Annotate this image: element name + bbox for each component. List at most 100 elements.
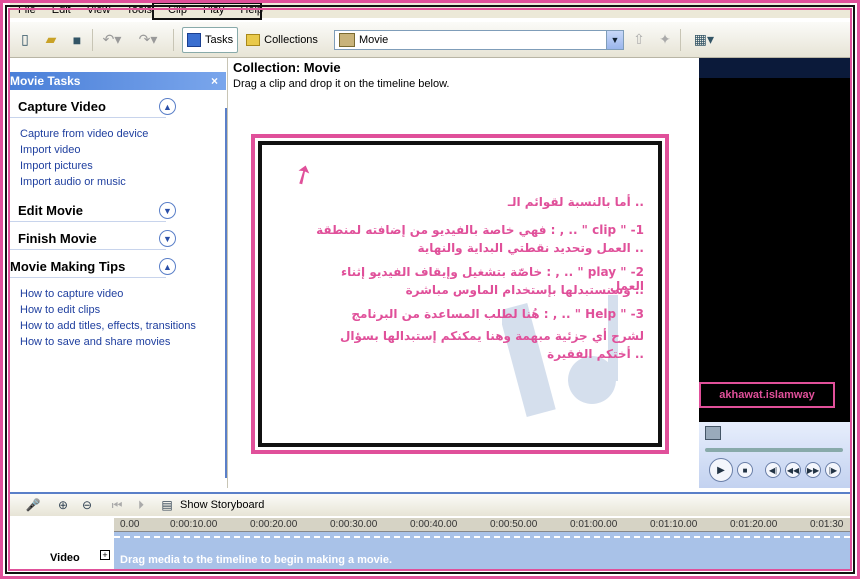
tick-label: 0:01:20.00 <box>730 519 778 530</box>
menu-view[interactable]: View <box>79 4 119 16</box>
link-capture-from-device[interactable]: Capture from video device <box>20 126 227 142</box>
timeline-toolbar: 🎤 ⊕ ⊖ ⏮ ⏵ ▤ Show Storyboard <box>10 492 850 516</box>
storyboard-icon[interactable]: ▤ <box>158 496 176 514</box>
up-level-icon[interactable]: ⇧ <box>628 29 650 51</box>
note-line: .. العمل وتحديد نقطتي البداية والنهاية <box>417 241 644 255</box>
link-how-edit[interactable]: How to edit clips <box>20 302 227 318</box>
section-title: Capture Video <box>18 99 106 114</box>
section-movie-making-tips[interactable]: Movie Making Tips ▲ <box>10 256 176 278</box>
menu-play[interactable]: Play <box>195 4 232 16</box>
toolbar: ▯ ▰ ■ ↶▾ ↷▾ Tasks Collections Movie ▼ ⇧ … <box>10 22 850 58</box>
rewind-icon[interactable]: ◀◀ <box>785 462 801 478</box>
tick-label: 0.00 <box>120 519 140 530</box>
menu-file[interactable]: File <box>10 4 44 16</box>
toolbar-separator <box>173 28 174 51</box>
close-icon[interactable]: × <box>211 74 218 88</box>
link-import-video[interactable]: Import video <box>20 142 227 158</box>
next-frame-icon[interactable]: |▶ <box>825 462 841 478</box>
stop-icon[interactable]: ■ <box>737 462 753 478</box>
tips-links: How to capture video How to edit clips H… <box>10 278 227 352</box>
play-icon[interactable]: ▶ <box>709 458 733 482</box>
video-track[interactable]: Drag media to the timeline to begin maki… <box>114 532 850 571</box>
tick-label: 0:00:10.00 <box>170 519 218 530</box>
note-line: .. أختكم الفقيرة <box>547 347 644 361</box>
link-how-titles[interactable]: How to add titles, effects, transitions <box>20 318 227 334</box>
new-project-icon[interactable]: ▯ <box>14 29 36 51</box>
timeline-ruler: 0.00 0:00:10.00 0:00:20.00 0:00:30.00 0:… <box>114 518 850 532</box>
play-timeline-icon[interactable]: ⏵ <box>132 496 150 514</box>
views-icon[interactable]: ▦▾ <box>689 29 719 51</box>
pane-divider <box>225 108 227 478</box>
chevron-up-icon[interactable]: ▲ <box>159 258 176 275</box>
collection-icon <box>338 32 355 47</box>
collections-label: Collections <box>264 33 318 46</box>
rewind-timeline-icon[interactable]: ⏮ <box>108 496 126 514</box>
note-line: لشرح أي جزئية مبهمة وهنا يمكنكم إستبداله… <box>339 329 644 343</box>
note-line: .. وسنستبدلها بإستخدام الماوس مباشرة <box>405 283 644 297</box>
video-track-label: Video <box>50 552 80 564</box>
redo-icon[interactable]: ↷▾ <box>137 29 159 51</box>
collections-button[interactable]: Collections <box>242 27 322 53</box>
tick-label: 0:00:20.00 <box>250 519 298 530</box>
section-edit-movie[interactable]: Edit Movie ▼ <box>10 200 176 222</box>
chevron-down-icon[interactable]: ▼ <box>159 230 176 247</box>
section-finish-movie[interactable]: Finish Movie ▼ <box>10 228 176 250</box>
collection-pane: Collection: Movie Drag a clip and drop i… <box>225 58 699 488</box>
movie-tasks-pane: Movie Tasks × Capture Video ▲ Capture fr… <box>10 58 228 488</box>
tick-label: 0:00:40.00 <box>410 519 458 530</box>
link-how-save[interactable]: How to save and share movies <box>20 334 227 350</box>
show-storyboard-button[interactable]: Show Storyboard <box>180 499 264 511</box>
open-folder-icon[interactable]: ▰ <box>40 29 62 51</box>
collection-select-value: Movie <box>358 33 389 46</box>
timeline-hint: Drag media to the timeline to begin maki… <box>120 554 392 566</box>
zoom-out-icon[interactable]: ⊖ <box>78 496 96 514</box>
playback-controls: ▶ ■ ◀| ◀◀ ▶▶ |▶ <box>699 422 850 488</box>
capture-video-links: Capture from video device Import video I… <box>10 118 227 192</box>
menu-tools[interactable]: Tools <box>118 4 160 16</box>
note-body: ➚ .. أما بالنسبة لقوائم الـ 1- " clip " … <box>262 145 658 443</box>
new-collection-icon[interactable]: ✦ <box>654 29 676 51</box>
collection-title: Collection: Movie <box>233 60 341 75</box>
link-how-capture[interactable]: How to capture video <box>20 286 227 302</box>
expand-track-icon[interactable]: + <box>100 550 110 560</box>
note-line: 3- " Help " .. , : هُنا لطلب المساعدة من… <box>351 307 644 321</box>
chevron-down-icon[interactable]: ▼ <box>605 30 623 49</box>
chevron-up-icon[interactable]: ▲ <box>159 98 176 115</box>
collections-folder-icon <box>246 33 261 46</box>
previous-frame-icon[interactable]: ◀| <box>765 462 781 478</box>
collection-select[interactable]: Movie ▼ <box>333 29 624 50</box>
arrow-up-icon: ➚ <box>285 155 320 193</box>
movie-tasks-header: Movie Tasks × <box>10 72 226 90</box>
menu-edit[interactable]: Edit <box>44 4 79 16</box>
tick-label: 0:01:00.00 <box>570 519 618 530</box>
toolbar-separator <box>679 28 681 51</box>
tick-label: 0:01:10.00 <box>650 519 698 530</box>
undo-icon[interactable]: ↶▾ <box>101 29 123 51</box>
link-import-pictures[interactable]: Import pictures <box>20 158 227 174</box>
tick-label: 0:00:50.00 <box>490 519 538 530</box>
section-title: Finish Movie <box>18 231 97 246</box>
annotation-note: ➚ .. أما بالنسبة لقوائم الـ 1- " clip " … <box>251 134 669 454</box>
tick-label: 0:01:30 <box>810 519 844 530</box>
chevron-down-icon[interactable]: ▼ <box>159 202 176 219</box>
tasks-button[interactable]: Tasks <box>182 26 239 53</box>
menu-clip[interactable]: Clip <box>160 4 195 16</box>
section-capture-video[interactable]: Capture Video ▲ <box>10 96 176 118</box>
tasks-icon <box>187 32 201 47</box>
note-line: 1- " clip " .. , : فهي خاصة بالفيديو من … <box>316 223 644 237</box>
track-dashes <box>114 536 850 540</box>
section-title: Edit Movie <box>18 203 84 218</box>
tasks-label: Tasks <box>205 33 234 46</box>
save-icon[interactable]: ■ <box>66 29 88 51</box>
section-title: Movie Making Tips <box>10 259 126 274</box>
toolbar-separator <box>92 28 93 51</box>
microphone-icon[interactable]: 🎤 <box>24 496 42 514</box>
forward-icon[interactable]: ▶▶ <box>805 462 821 478</box>
link-import-audio[interactable]: Import audio or music <box>20 174 227 190</box>
signature-badge: akhawat.islamway <box>699 382 835 408</box>
zoom-in-icon[interactable]: ⊕ <box>54 496 72 514</box>
seek-bar[interactable] <box>705 448 843 452</box>
fullscreen-icon[interactable] <box>705 426 721 440</box>
menu-help[interactable]: Help <box>232 4 271 16</box>
note-line: .. أما بالنسبة لقوائم الـ <box>507 195 644 209</box>
